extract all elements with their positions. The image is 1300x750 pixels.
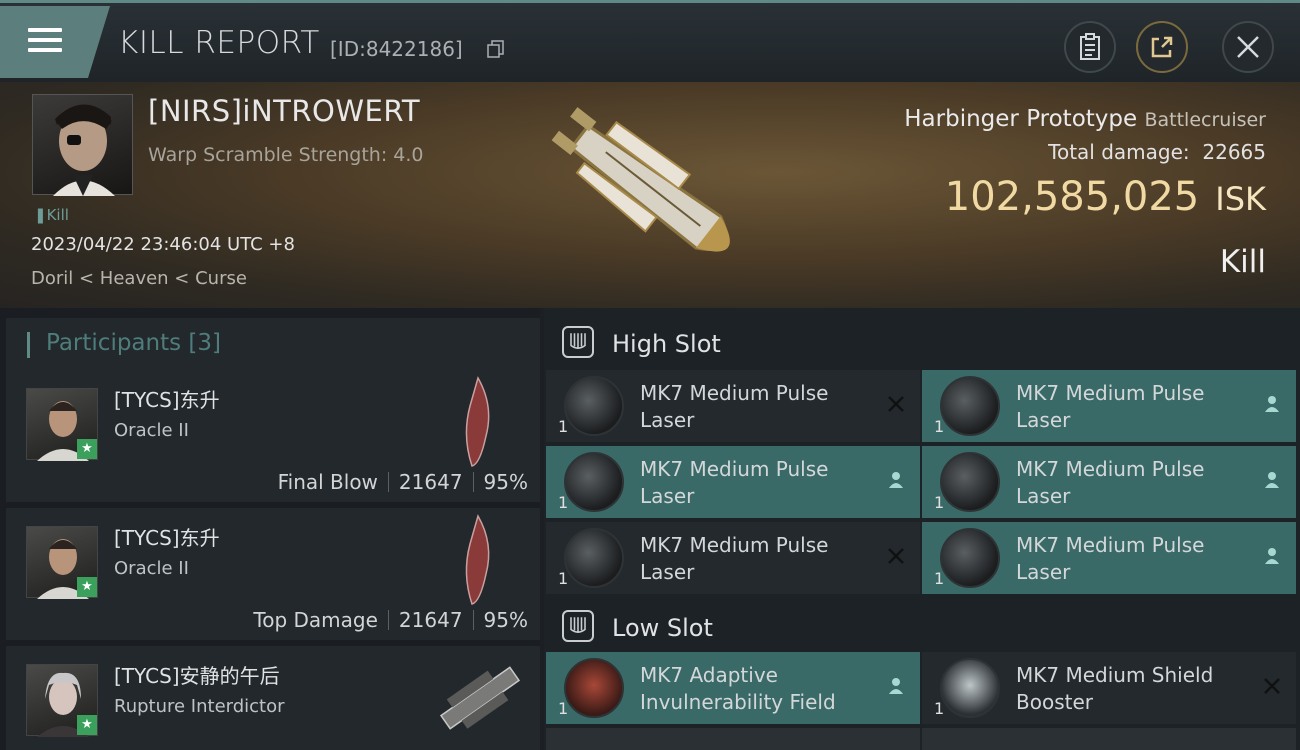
participant-ship: Rupture Interdictor [114,696,285,717]
pulse-laser-icon [940,528,1000,588]
participant-ship-image [439,666,521,730]
module-qty: 1 [558,699,569,718]
star-icon: ★ [77,439,97,459]
module-name: MK7 Medium Pulse Laser [640,457,829,508]
shield-booster-icon [940,658,1000,718]
module-item[interactable]: 1 MK7 Medium Pulse Laser [922,370,1296,442]
participant-ship: Oracle II [114,420,189,441]
participant-name: [TYCS]安静的午后 [114,664,280,688]
module-qty: 1 [934,699,945,718]
module-qty: 1 [934,569,945,588]
module-qty: 1 [558,417,569,436]
shield-icon [564,658,624,718]
destroyed-x-icon [1264,678,1280,694]
avatar[interactable]: ★ [26,526,98,599]
victim-portrait[interactable] [32,94,133,196]
module-name: MK7 Medium Pulse Laser [640,533,829,584]
module-name: MK7 Medium Shield Booster [1016,663,1214,714]
low-slot-header: Low Slot [544,596,1300,656]
participant-ship: Oracle II [114,558,189,579]
participant-row[interactable]: ★ [TYCS]东升 Oracle II Top Damage 21647 95% [6,508,540,640]
menu-button[interactable] [0,6,110,78]
victim-summary: [NIRS]iNTROWERT Warp Scramble Strength: … [0,82,1300,308]
kill-tag: ❚Kill [34,206,69,224]
module-item[interactable]: 1 MK7 Adaptive Invulnerability Field [546,652,920,724]
participants-header: Participants [3] [6,318,540,370]
high-slot-header: High Slot [544,312,1300,372]
fitting-panel: High Slot 1 MK7 Medium Pulse Laser 1 MK7… [544,308,1300,750]
person-icon [1265,396,1279,412]
copy-icon[interactable] [486,39,506,59]
kill-datetime: 2023/04/22 23:46:04 UTC +8 [31,234,295,255]
pulse-laser-icon [940,452,1000,512]
close-button[interactable] [1222,21,1274,73]
module-name: MK7 Medium Pulse Laser [1016,381,1205,432]
avatar[interactable]: ★ [26,388,98,461]
module-name: MK7 Medium Pulse Laser [640,381,829,432]
clipboard-button[interactable] [1064,21,1116,73]
result-label: Kill [1219,244,1266,280]
pulse-laser-icon [564,376,624,436]
module-qty: 1 [934,417,945,436]
module-name: MK7 Medium Pulse Laser [1016,533,1205,584]
victim-ship: Harbinger Prototype Battlecruiser [904,106,1266,132]
module-qty: 1 [558,569,569,588]
participant-row[interactable]: ★ [TYCS]东升 Oracle II Final Blow 21647 95% [6,370,540,502]
destroyed-x-icon [888,396,904,412]
module-item[interactable]: 1 MK7 Medium Pulse Laser [922,522,1296,594]
high-slot-title: High Slot [612,330,721,358]
person-icon [889,678,903,694]
participant-name: [TYCS]东升 [114,526,220,550]
share-icon [1151,36,1173,58]
participants-panel: Participants [3] ★ [TYCS]东升 Oracle II Fi… [0,308,540,750]
module-item-partial [546,728,920,750]
star-icon: ★ [77,715,97,735]
module-item[interactable]: 1 MK7 Medium Pulse Laser [922,446,1296,518]
participant-stats: Top Damage 21647 95% [253,608,528,632]
high-slot-icon [562,326,594,358]
pulse-laser-icon [940,376,1000,436]
top-bar: KILL REPORT [ID:8422186] [0,0,1300,82]
destroyed-x-icon [888,548,904,564]
avatar[interactable]: ★ [26,664,98,737]
star-icon: ★ [77,577,97,597]
page-title: KILL REPORT [118,25,320,61]
module-name: MK7 Adaptive Invulnerability Field [640,663,836,714]
total-damage: Total damage: 22665 [1048,140,1266,164]
module-item[interactable]: 1 MK7 Medium Pulse Laser [546,446,920,518]
participant-ship-image [465,376,490,467]
close-icon [1237,36,1259,58]
module-name: MK7 Medium Pulse Laser [1016,457,1205,508]
pulse-laser-icon [564,528,624,588]
module-item-partial [922,728,1296,750]
module-item[interactable]: 1 MK7 Medium Pulse Laser [546,370,920,442]
person-icon [1265,548,1279,564]
participant-stats: Final Blow 21647 95% [277,470,528,494]
module-qty: 1 [934,493,945,512]
low-slot-title: Low Slot [612,614,713,642]
participants-title: Participants [3] [46,330,221,356]
pulse-laser-icon [564,452,624,512]
module-item[interactable]: 1 MK7 Medium Shield Booster [922,652,1296,724]
share-button[interactable] [1136,21,1188,73]
victim-name: [NIRS]iNTROWERT [148,94,421,128]
participant-name: [TYCS]东升 [114,388,220,412]
clipboard-icon [1080,33,1100,60]
participant-ship-image [465,514,490,605]
module-item[interactable]: 1 MK7 Medium Pulse Laser [546,522,920,594]
module-qty: 1 [558,493,569,512]
warp-scramble-strength: Warp Scramble Strength: 4.0 [148,144,424,166]
isk-value: 102,585,025 ISK [944,174,1266,220]
low-slot-icon [562,610,594,642]
victim-ship-image [551,107,730,252]
kill-location: Doril < Heaven < Curse [31,268,247,289]
person-icon [889,472,903,488]
person-icon [1265,472,1279,488]
participant-row[interactable]: ★ [TYCS]安静的午后 Rupture Interdictor [6,646,540,750]
report-id: [ID:8422186] [330,37,463,61]
